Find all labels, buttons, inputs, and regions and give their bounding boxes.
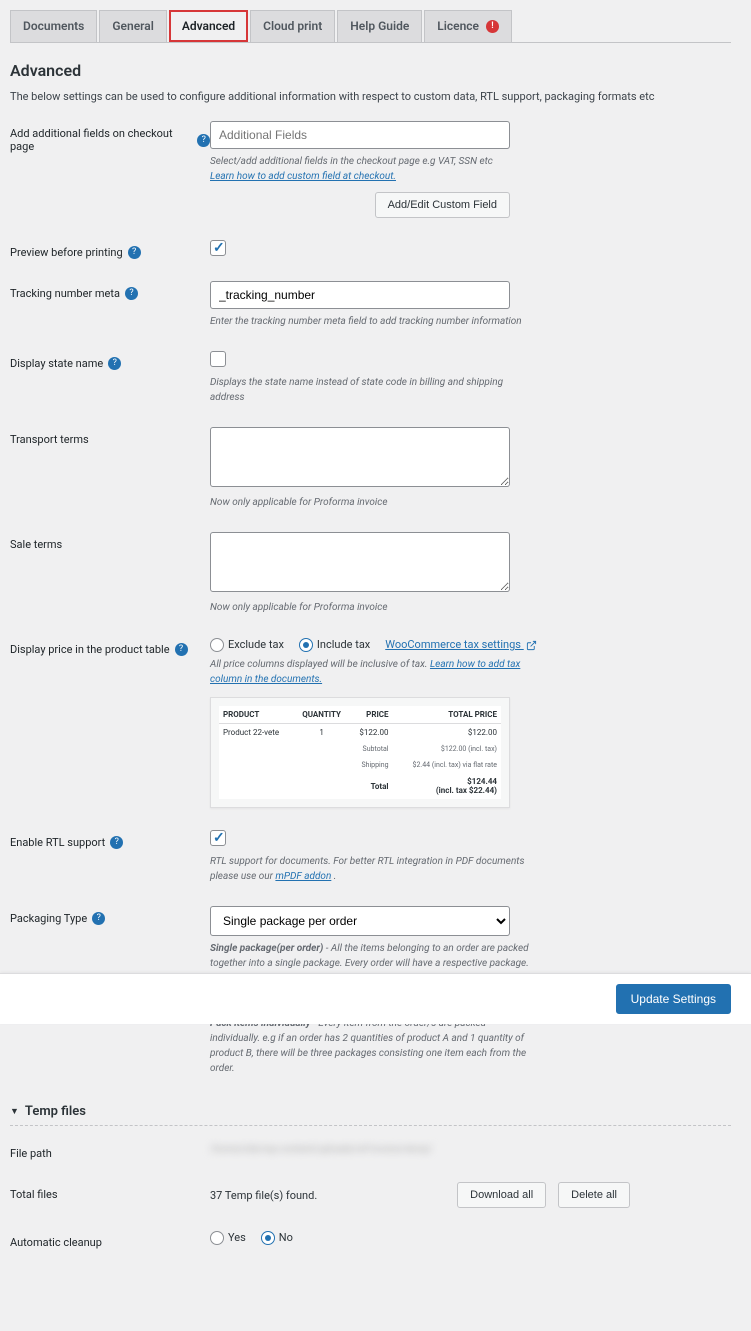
exclude-tax-radio-label[interactable]: Exclude tax bbox=[210, 638, 284, 651]
tab-licence-label: Licence bbox=[437, 19, 479, 33]
state-name-helper: Displays the state name instead of state… bbox=[210, 375, 530, 405]
help-icon[interactable]: ? bbox=[108, 357, 121, 370]
table-row: Product 22-vete 1 $122.00 $122.00 bbox=[219, 724, 501, 742]
cleanup-yes-label[interactable]: Yes bbox=[210, 1231, 246, 1244]
packaging-select[interactable]: Single package per order bbox=[210, 906, 510, 936]
external-link-icon bbox=[526, 640, 537, 651]
subtotal-row: Subtotal$122.00 (incl. tax) bbox=[219, 741, 501, 757]
auto-cleanup-label: Automatic cleanup bbox=[10, 1230, 210, 1249]
help-icon[interactable]: ? bbox=[128, 246, 141, 259]
page-title: Advanced bbox=[10, 61, 731, 80]
mpdf-addon-link[interactable]: mPDF addon bbox=[275, 871, 331, 882]
tracking-input[interactable] bbox=[210, 281, 510, 309]
th-quantity: QUANTITY bbox=[294, 706, 349, 724]
rtl-label: Enable RTL support ? bbox=[10, 830, 210, 849]
preview-checkbox[interactable] bbox=[210, 240, 226, 256]
update-settings-button[interactable]: Update Settings bbox=[616, 984, 731, 1014]
help-icon[interactable]: ? bbox=[125, 287, 138, 300]
cleanup-yes-radio[interactable] bbox=[210, 1231, 224, 1245]
transport-label: Transport terms bbox=[10, 427, 210, 446]
include-tax-radio-label[interactable]: Include tax bbox=[299, 638, 370, 651]
total-files-label: Total files bbox=[10, 1182, 210, 1201]
transport-helper: Now only applicable for Proforma invoice bbox=[210, 495, 530, 510]
temp-files-accordion[interactable]: ▼ Temp files bbox=[10, 1098, 731, 1126]
price-table-helper: All price columns displayed will be incl… bbox=[210, 657, 530, 687]
add-edit-custom-field-button[interactable]: Add/Edit Custom Field bbox=[375, 192, 510, 218]
tab-general[interactable]: General bbox=[99, 10, 166, 42]
state-name-label: Display state name ? bbox=[10, 351, 210, 370]
delete-all-button[interactable]: Delete all bbox=[558, 1182, 630, 1208]
footer-bar: Update Settings bbox=[0, 973, 751, 1024]
th-price: PRICE bbox=[349, 706, 393, 724]
exclude-tax-radio[interactable] bbox=[210, 638, 224, 652]
total-row: Total$124.44(incl. tax $22.44) bbox=[219, 773, 501, 799]
page-description: The below settings can be used to config… bbox=[10, 90, 731, 103]
rtl-helper: RTL support for documents. For better RT… bbox=[210, 854, 530, 884]
product-table-preview: PRODUCT QUANTITY PRICE TOTAL PRICE Produ… bbox=[210, 697, 510, 808]
file-path-value: /home/site/wp-content/uploads/wf-invoice… bbox=[210, 1144, 432, 1155]
tab-documents[interactable]: Documents bbox=[10, 10, 97, 42]
th-product: PRODUCT bbox=[219, 706, 294, 724]
sale-helper: Now only applicable for Proforma invoice bbox=[210, 600, 530, 615]
tracking-helper: Enter the tracking number meta field to … bbox=[210, 314, 530, 329]
learn-custom-field-link[interactable]: Learn how to add custom field at checkou… bbox=[210, 171, 396, 182]
help-icon[interactable]: ? bbox=[110, 836, 123, 849]
tab-licence[interactable]: Licence ! bbox=[424, 10, 512, 42]
include-tax-radio[interactable] bbox=[299, 638, 313, 652]
tab-help-guide[interactable]: Help Guide bbox=[337, 10, 422, 42]
preview-label: Preview before printing ? bbox=[10, 240, 210, 259]
shipping-row: Shipping$2.44 (incl. tax) via flat rate bbox=[219, 757, 501, 773]
packaging-label: Packaging Type ? bbox=[10, 906, 210, 925]
tab-advanced[interactable]: Advanced bbox=[169, 10, 248, 42]
price-table-label: Display price in the product table ? bbox=[10, 637, 210, 656]
total-files-value: 37 Temp file(s) found. bbox=[210, 1189, 317, 1202]
chevron-down-icon: ▼ bbox=[10, 1106, 19, 1117]
tracking-label: Tracking number meta ? bbox=[10, 281, 210, 300]
file-path-label: File path bbox=[10, 1141, 210, 1160]
cleanup-no-label[interactable]: No bbox=[261, 1231, 293, 1244]
transport-textarea[interactable] bbox=[210, 427, 510, 487]
additional-fields-input[interactable] bbox=[210, 121, 510, 149]
help-icon[interactable]: ? bbox=[197, 134, 210, 147]
alert-icon: ! bbox=[486, 20, 499, 33]
help-icon[interactable]: ? bbox=[175, 643, 188, 656]
tab-cloud-print[interactable]: Cloud print bbox=[250, 10, 335, 42]
sale-label: Sale terms bbox=[10, 532, 210, 551]
help-icon[interactable]: ? bbox=[92, 912, 105, 925]
temp-files-title: Temp files bbox=[25, 1104, 86, 1119]
th-total: TOTAL PRICE bbox=[393, 706, 501, 724]
sale-textarea[interactable] bbox=[210, 532, 510, 592]
state-name-checkbox[interactable] bbox=[210, 351, 226, 367]
rtl-checkbox[interactable] bbox=[210, 830, 226, 846]
tax-settings-link[interactable]: WooCommerce tax settings bbox=[385, 638, 536, 651]
additional-fields-label: Add additional fields on checkout page ? bbox=[10, 121, 210, 153]
additional-fields-helper: Select/add additional fields in the chec… bbox=[210, 154, 530, 184]
settings-tabs: Documents General Advanced Cloud print H… bbox=[10, 10, 731, 43]
cleanup-no-radio[interactable] bbox=[261, 1231, 275, 1245]
download-all-button[interactable]: Download all bbox=[457, 1182, 546, 1208]
